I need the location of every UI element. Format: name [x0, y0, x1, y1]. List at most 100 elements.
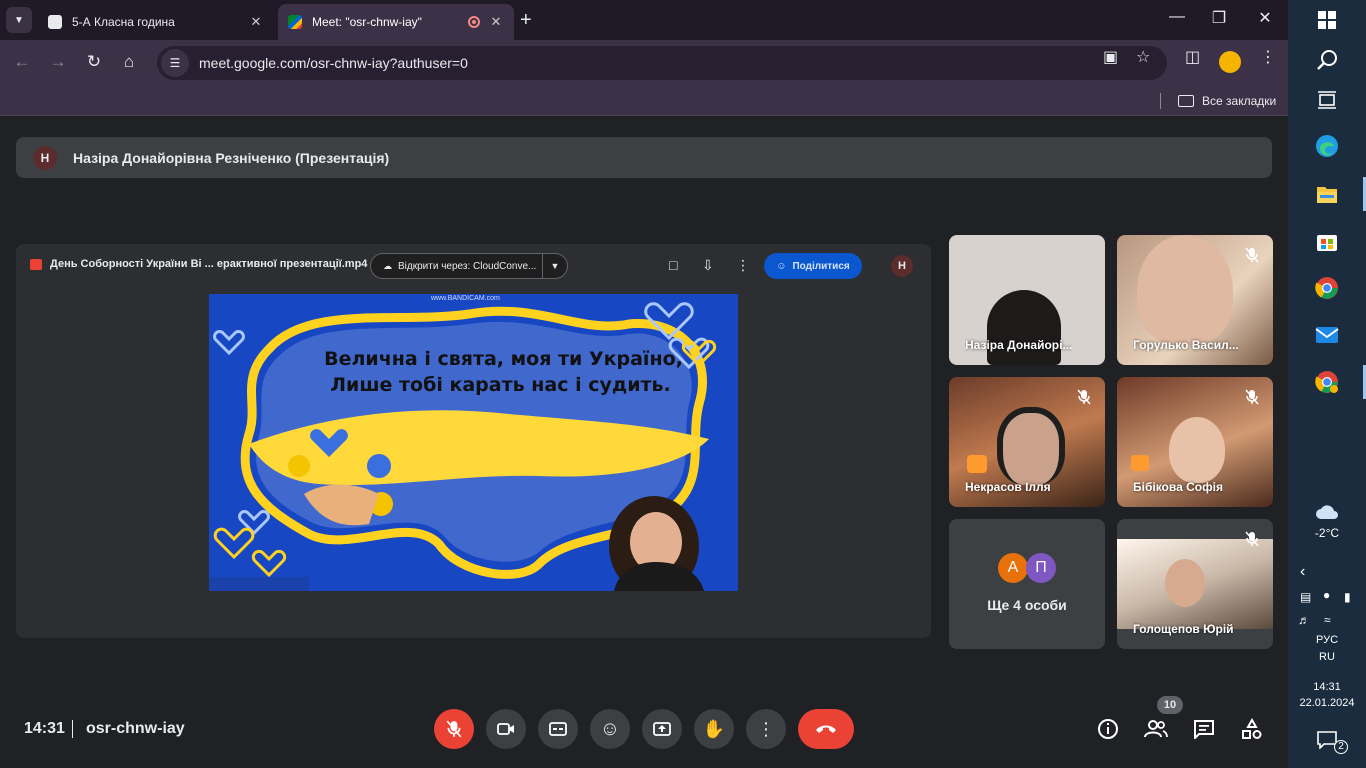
profile-avatar[interactable]: [1219, 51, 1241, 73]
url-text: meet.google.com/osr-chnw-iay?authuser=0: [199, 55, 468, 71]
bookmark-star-icon[interactable]: ☆: [1136, 47, 1150, 67]
participant-tile[interactable]: Некрасов Ілля: [949, 377, 1105, 507]
tab-search-button[interactable]: ▼: [6, 7, 32, 33]
tab-close-icon[interactable]: ✕: [488, 14, 504, 30]
file-explorer-icon[interactable]: [1315, 182, 1339, 206]
more-vertical-icon: ⋮: [757, 718, 775, 739]
tab-close-icon[interactable]: ✕: [248, 14, 264, 30]
chrome-icon[interactable]: [1315, 276, 1339, 300]
participant-tile[interactable]: Бібікова Софія: [1117, 377, 1273, 507]
participant-video: [1137, 235, 1233, 345]
chat-button[interactable]: [1190, 715, 1218, 743]
participant-name: Некрасов Ілля: [965, 480, 1051, 494]
windows-start-icon[interactable]: [1315, 8, 1339, 32]
people-button[interactable]: [1142, 715, 1170, 743]
person-add-icon: ☺: [776, 260, 787, 272]
camera-in-use-icon[interactable]: ▣: [1103, 47, 1118, 67]
screen: ▼ 5-А Класна година ✕ Meet: "osr-chnw-ia…: [0, 0, 1366, 768]
system-clock-time[interactable]: 14:31: [1288, 681, 1366, 693]
tab-meet[interactable]: Meet: "osr-chnw-iay" ✕: [278, 4, 514, 40]
maximize-button[interactable]: ❐: [1196, 8, 1242, 28]
meeting-code: osr-chnw-iay: [86, 720, 185, 737]
hand-icon: ✋: [702, 718, 726, 739]
share-label: Поділитися: [792, 260, 850, 272]
microphone-icon[interactable]: ●: [1323, 588, 1330, 602]
edge-browser-icon[interactable]: [1315, 134, 1339, 158]
bookmarks-divider: [1160, 93, 1161, 109]
participant-count-badge: 10: [1157, 696, 1183, 714]
reactions-button[interactable]: ☺: [590, 709, 630, 749]
meet-favicon-icon: [288, 15, 302, 29]
add-comment-icon[interactable]: □: [669, 257, 677, 273]
activities-button[interactable]: [1238, 715, 1266, 743]
presenter-name: Назіра Донайорівна Резніченко (Презентац…: [73, 149, 390, 166]
site-settings-icon[interactable]: ☰: [161, 49, 189, 77]
more-options-button[interactable]: ⋮: [746, 709, 786, 749]
system-clock-date[interactable]: 22.01.2024: [1288, 697, 1366, 709]
chrome-profile-icon[interactable]: [1315, 370, 1339, 394]
more-options-icon[interactable]: ⋮: [736, 257, 750, 274]
device-icon[interactable]: ▤: [1300, 590, 1311, 604]
document-filename: День Соборності України Ві ... ерактивно…: [50, 258, 368, 270]
browser-tabstrip: ▼ 5-А Класна година ✕ Meet: "osr-chnw-ia…: [0, 0, 1288, 40]
mail-icon[interactable]: [1315, 323, 1339, 347]
input-language-top[interactable]: РУС: [1288, 634, 1366, 646]
presentation-stage: День Соборності України Ві ... ерактивно…: [16, 244, 931, 638]
presenter-avatar: Н: [33, 145, 57, 170]
present-screen-button[interactable]: [642, 709, 682, 749]
weather-cloud-icon[interactable]: [1315, 500, 1339, 524]
cloud-icon: ☁: [383, 260, 392, 271]
search-icon[interactable]: [1315, 48, 1339, 72]
show-hidden-icons-chevron-icon[interactable]: ‹: [1300, 563, 1305, 581]
minimize-button[interactable]: —: [1154, 8, 1200, 26]
camera-toggle-button[interactable]: [486, 709, 526, 749]
recording-icon: [468, 16, 480, 28]
tab-class-hour[interactable]: 5-А Класна година ✕: [38, 4, 274, 40]
owner-avatar: Н: [891, 255, 913, 277]
captions-button[interactable]: [538, 709, 578, 749]
reload-button[interactable]: ↻: [83, 52, 105, 72]
participant-avatar-p: П: [1026, 553, 1056, 583]
browser-menu-icon[interactable]: ⋮: [1260, 47, 1276, 67]
back-button[interactable]: ←: [11, 52, 33, 72]
input-language-bottom[interactable]: RU: [1288, 651, 1366, 663]
more-participants-tile[interactable]: А П Ще 4 особи: [949, 519, 1105, 649]
clock-divider: [72, 720, 73, 738]
captions-icon: [549, 722, 567, 736]
camera-icon: [497, 723, 514, 735]
download-icon[interactable]: ⇩: [702, 257, 714, 274]
windows-taskbar: -2°C ‹ ▤ ● ▮ ♬ ≈ РУС RU 14:31 22.01.2024…: [1288, 0, 1366, 768]
open-with-button[interactable]: ☁ Відкрити через: CloudConve... ▼: [370, 253, 568, 279]
browser-toolbar: ← → ↻ ⌂ ☰ meet.google.com/osr-chnw-iay?a…: [0, 40, 1288, 86]
leave-call-button[interactable]: [798, 709, 854, 749]
wifi-icon[interactable]: ≈: [1324, 613, 1331, 627]
store-icon[interactable]: [1315, 229, 1339, 253]
mic-toggle-button[interactable]: [434, 709, 474, 749]
raise-hand-button[interactable]: ✋: [694, 709, 734, 749]
address-bar[interactable]: ☰ meet.google.com/osr-chnw-iay?authuser=…: [157, 46, 1167, 80]
weather-temperature[interactable]: -2°C: [1288, 526, 1366, 540]
task-view-icon[interactable]: [1315, 88, 1339, 112]
share-button[interactable]: ☺ Поділитися: [764, 253, 862, 279]
participant-name: Назіра Донайорі...: [965, 338, 1073, 352]
participant-tile[interactable]: Голощепов Юрій: [1117, 519, 1273, 649]
forward-button[interactable]: →: [47, 52, 69, 72]
home-button[interactable]: ⌂: [118, 52, 140, 72]
participant-name: Бібікова Софія: [1133, 480, 1223, 494]
new-tab-button[interactable]: +: [520, 9, 532, 32]
activities-icon: [1242, 718, 1262, 739]
volume-icon[interactable]: ♬: [1298, 613, 1310, 627]
tab-title: 5-А Класна година: [72, 15, 175, 29]
mic-off-icon: [446, 720, 462, 738]
all-bookmarks-button[interactable]: Все закладки: [1178, 94, 1276, 108]
meeting-info-button[interactable]: [1094, 715, 1122, 743]
side-panel-icon[interactable]: ◫: [1185, 47, 1200, 67]
close-window-button[interactable]: ✕: [1242, 8, 1288, 28]
bandicam-watermark: www.BANDICAM.com: [431, 295, 500, 302]
participant-tile[interactable]: Горулько Васил...: [1117, 235, 1273, 365]
participant-tile[interactable]: Назіра Донайорі...: [949, 235, 1105, 365]
dropdown-caret-icon[interactable]: ▼: [543, 261, 567, 271]
open-with-label: Відкрити через: CloudConve...: [398, 260, 537, 272]
present-screen-icon: [653, 722, 671, 736]
battery-icon[interactable]: ▮: [1344, 590, 1351, 604]
